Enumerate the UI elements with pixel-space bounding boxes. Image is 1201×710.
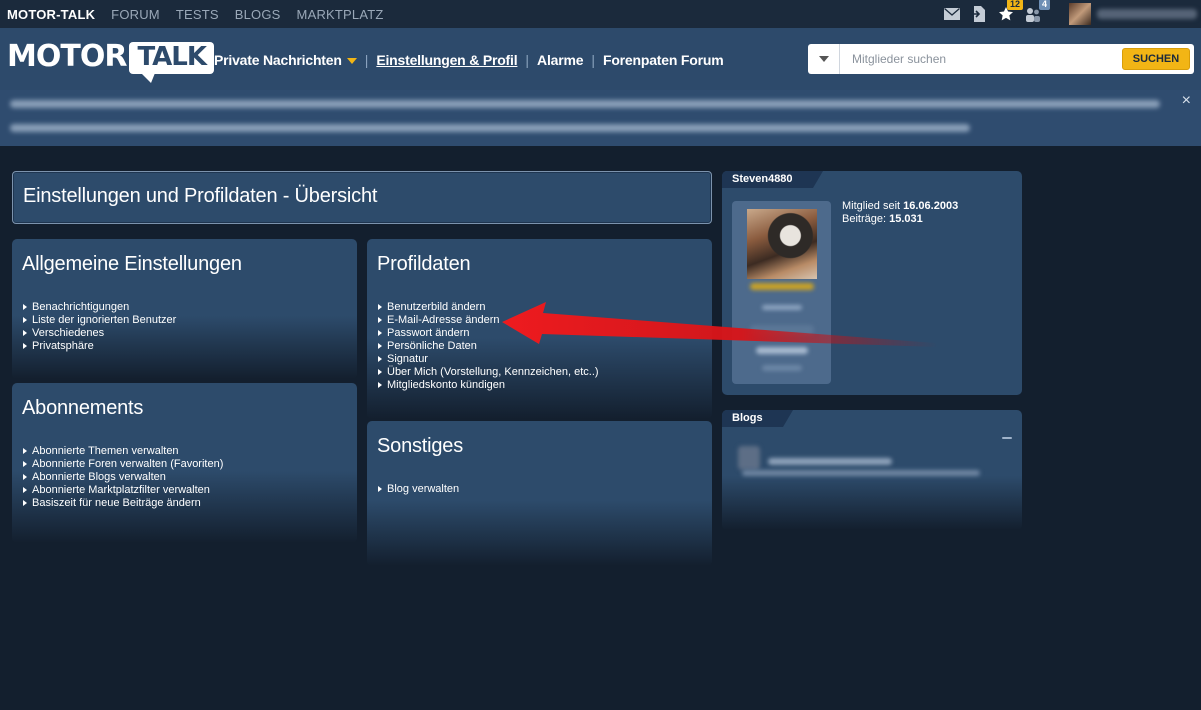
username-blurred[interactable] <box>1097 9 1197 19</box>
mail-icon[interactable] <box>943 5 961 23</box>
close-icon[interactable]: × <box>1182 92 1191 110</box>
link-manage-blog[interactable]: Blog verwalten <box>377 483 459 496</box>
link-personal-data[interactable]: Persönliche Daten <box>377 340 599 353</box>
blurred-detail <box>756 347 808 354</box>
nav-separator: | <box>591 52 595 68</box>
nav-private-messages[interactable]: Private Nachrichten <box>214 52 357 68</box>
logo-talk-bubble: TALK <box>129 42 214 83</box>
misc-list: Blog verwalten <box>377 483 459 496</box>
header: MOTOR TALK Private Nachrichten | Einstel… <box>0 28 1201 90</box>
avatar[interactable] <box>1069 3 1091 25</box>
search-input[interactable] <box>852 46 1122 72</box>
profile-data-title: Profildaten <box>377 253 471 275</box>
page-title: Einstellungen und Profildaten - Übersich… <box>23 185 378 207</box>
blurred-blog-thumbnail <box>738 446 760 470</box>
user-profile-box: Steven4880 Mitglied seit 16.06.2003 Beit… <box>722 171 1022 395</box>
general-settings-panel: Allgemeine Einstellungen Benachrichtigun… <box>12 239 357 379</box>
link-subscribed-threads[interactable]: Abonnierte Themen verwalten <box>22 445 223 458</box>
link-signature[interactable]: Signatur <box>377 353 599 366</box>
general-settings-title: Allgemeine Einstellungen <box>22 253 242 275</box>
top-nav-blogs[interactable]: BLOGS <box>235 7 281 22</box>
star-badge: 12 <box>1006 0 1023 10</box>
nav-separator: | <box>364 52 369 68</box>
chevron-down-icon <box>818 56 829 62</box>
profile-data-panel: Profildaten Benutzerbild ändern E-Mail-A… <box>367 239 712 419</box>
blurred-text-line <box>10 124 970 132</box>
page-title-box: Einstellungen und Profildaten - Übersich… <box>12 171 712 224</box>
blurred-rank <box>750 283 814 290</box>
top-nav-marktplatz[interactable]: MARKTPLATZ <box>297 7 384 22</box>
member-since-label: Mitglied seit <box>842 200 901 212</box>
posts-row: Beiträge: 15.031 <box>842 213 958 226</box>
posts-label: Beiträge: <box>842 213 887 225</box>
nav-separator: | <box>525 52 530 68</box>
top-nav-tests[interactable]: TESTS <box>176 7 219 22</box>
blurred-detail <box>762 365 802 371</box>
link-subscribed-forums[interactable]: Abonnierte Foren verwalten (Favoriten) <box>22 458 223 471</box>
users-badge: 4 <box>1038 0 1050 10</box>
nav-forenpaten-forum[interactable]: Forenpaten Forum <box>603 52 724 68</box>
search-button[interactable]: SUCHEN <box>1122 48 1190 70</box>
member-search: SUCHEN <box>808 44 1194 74</box>
blurred-detail <box>762 305 802 310</box>
blurred-blog-desc <box>742 470 980 476</box>
link-ignored-users[interactable]: Liste der ignorierten Benutzer <box>22 314 176 327</box>
top-nav: MOTOR-TALK FORUM TESTS BLOGS MARKTPLATZ <box>0 7 384 22</box>
site-logo[interactable]: MOTOR TALK <box>7 39 214 83</box>
link-cancel-account[interactable]: Mitgliedskonto kündigen <box>377 379 599 392</box>
link-change-email[interactable]: E-Mail-Adresse ändern <box>377 314 599 327</box>
username-tab[interactable]: Steven4880 <box>722 171 823 188</box>
blurred-text-line <box>10 100 1160 108</box>
link-notifications[interactable]: Benachrichtigungen <box>22 301 176 314</box>
search-scope-dropdown[interactable] <box>808 44 840 74</box>
star-icon[interactable]: 12 <box>997 0 1023 23</box>
blogs-box: Blogs <box>722 410 1022 530</box>
chevron-down-icon <box>346 58 357 65</box>
logo-motor-text: MOTOR <box>7 39 127 74</box>
subscriptions-panel: Abonnements Abonnierte Themen verwalten … <box>12 383 357 543</box>
nav-private-messages-label: Private Nachrichten <box>214 52 342 68</box>
subscriptions-title: Abonnements <box>22 397 144 419</box>
top-nav-forum[interactable]: FORUM <box>111 7 160 22</box>
general-settings-list: Benachrichtigungen Liste der ignorierten… <box>22 301 176 353</box>
blurred-detail <box>750 325 814 335</box>
link-marketplace-filters[interactable]: Abonnierte Marktplatzfilter verwalten <box>22 484 223 497</box>
profile-data-list: Benutzerbild ändern E-Mail-Adresse änder… <box>377 301 599 392</box>
profile-card <box>732 201 831 384</box>
main-nav: Private Nachrichten | Einstellungen & Pr… <box>214 52 724 68</box>
subscriptions-list: Abonnierte Themen verwalten Abonnierte F… <box>22 445 223 510</box>
top-right-tools: 12 4 <box>943 0 1201 28</box>
blurred-blog-title <box>768 458 892 465</box>
link-base-time[interactable]: Basiszeit für neue Beiträge ändern <box>22 497 223 510</box>
profile-photo[interactable] <box>747 209 817 279</box>
top-bar: MOTOR-TALK FORUM TESTS BLOGS MARKTPLATZ … <box>0 0 1201 28</box>
link-privacy[interactable]: Privatsphäre <box>22 340 176 353</box>
misc-panel: Sonstiges Blog verwalten <box>367 421 712 566</box>
blurred-banner: × <box>0 90 1201 146</box>
member-meta: Mitglied seit 16.06.2003 Beiträge: 15.03… <box>842 200 958 226</box>
blogs-tab[interactable]: Blogs <box>722 410 793 427</box>
top-nav-motor-talk[interactable]: MOTOR-TALK <box>7 7 95 22</box>
nav-alarms[interactable]: Alarme <box>537 52 583 68</box>
posts-value: 15.031 <box>889 213 923 225</box>
document-arrow-icon[interactable] <box>970 5 988 23</box>
link-subscribed-blogs[interactable]: Abonnierte Blogs verwalten <box>22 471 223 484</box>
member-since-row: Mitglied seit 16.06.2003 <box>842 200 958 213</box>
link-change-avatar[interactable]: Benutzerbild ändern <box>377 301 599 314</box>
link-about-me[interactable]: Über Mich (Vorstellung, Kennzeichen, etc… <box>377 366 599 379</box>
link-miscellaneous[interactable]: Verschiedenes <box>22 327 176 340</box>
users-icon[interactable]: 4 <box>1024 0 1050 23</box>
misc-title: Sonstiges <box>377 435 464 457</box>
nav-settings-profile[interactable]: Einstellungen & Profil <box>376 52 517 68</box>
member-since-value: 16.06.2003 <box>903 200 959 212</box>
blurred-blog-divider <box>1002 437 1012 439</box>
link-change-password[interactable]: Passwort ändern <box>377 327 599 340</box>
